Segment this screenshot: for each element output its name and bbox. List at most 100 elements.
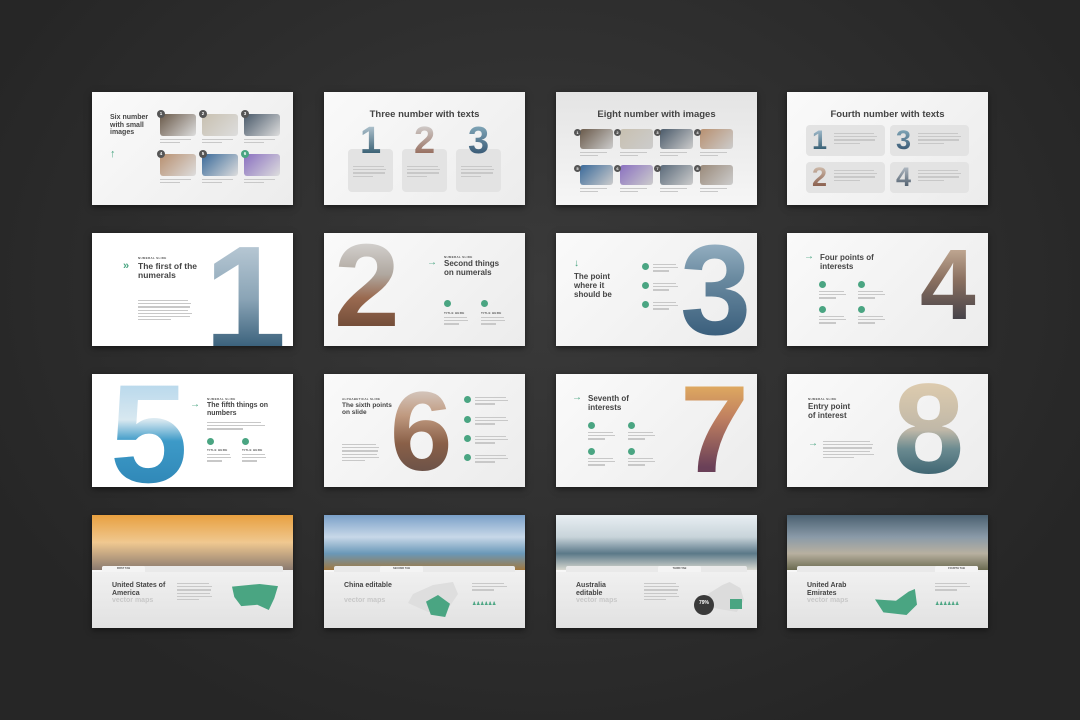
- slide-map-usa[interactable]: FIRST TAB United States of America vecto…: [92, 515, 293, 628]
- number-badge: 3: [654, 129, 661, 136]
- body-text-lines: [342, 444, 380, 463]
- slide-numeral-5[interactable]: 5 NUMERAL SLIDE → The fifth things on nu…: [92, 374, 293, 487]
- slide-tag: NUMERAL SLIDE: [808, 397, 837, 401]
- map-subtitle: vector maps: [112, 597, 153, 604]
- slide-six-number-images[interactable]: Six number with small images ↑ 123456: [92, 92, 293, 205]
- numeral-graphic: 4: [920, 235, 976, 335]
- body-text-lines: [700, 188, 730, 194]
- item-title: TITLE HERE: [207, 448, 228, 452]
- body-text-lines: [160, 139, 194, 145]
- slide-fourth-number-texts[interactable]: Fourth number with texts 1324: [787, 92, 988, 205]
- slide-numeral-2[interactable]: 2 NUMERAL SLIDE → Second things on numer…: [324, 233, 525, 346]
- thumbnail-image: [620, 165, 653, 185]
- body-text-lines: [580, 188, 610, 194]
- slide-numeral-4[interactable]: 4 → Four points of interests: [787, 233, 988, 346]
- numeral-graphic: 7: [680, 374, 749, 487]
- map-subtitle: vector maps: [807, 597, 848, 604]
- number-badge: 5: [574, 165, 581, 172]
- arrow-right-icon: →: [808, 438, 818, 449]
- number-badge: 5: [199, 150, 207, 158]
- city-skyline-image: [92, 515, 293, 570]
- body-text-lines: [834, 133, 878, 146]
- city-waterfront-image: [787, 515, 988, 570]
- thumbnail-image: [700, 129, 733, 149]
- body-text-lines: [819, 316, 847, 326]
- map-title: United States of America: [112, 582, 167, 597]
- body-text-lines: [653, 302, 679, 312]
- people-icons: ♟♟♟♟♟♟: [472, 601, 496, 607]
- arrow-down-icon: ↓: [574, 258, 579, 269]
- map-title: United Arab Emirates: [807, 582, 867, 597]
- bullet-icon: [464, 435, 471, 442]
- slide-title: Fourth number with texts: [787, 109, 988, 120]
- slide-title: Second things on numerals: [444, 260, 504, 278]
- body-text-lines: [653, 283, 679, 293]
- bullet-icon: [207, 438, 214, 445]
- map-title: Australia editable: [576, 582, 631, 597]
- bullet-icon: [242, 438, 249, 445]
- australia-region-highlight[interactable]: [730, 599, 742, 609]
- thumbnail-image: [620, 129, 653, 149]
- slide-map-china[interactable]: SECOND TAB China editable vector maps ♟♟…: [324, 515, 525, 628]
- numeral-graphic: 2: [414, 122, 435, 160]
- slide-eight-number-images[interactable]: Eight number with images 12345678: [556, 92, 757, 205]
- slide-title: Seventh of interests: [588, 395, 658, 413]
- number-badge: 6: [241, 150, 249, 158]
- slide-title: Entry point of interest: [808, 403, 853, 421]
- slide-map-uae[interactable]: FOURTH TAB United Arab Emirates vector m…: [787, 515, 988, 628]
- slide-numeral-1[interactable]: 1 NUMERAL SLIDE » The first of the numer…: [92, 233, 293, 346]
- bullet-icon: [464, 416, 471, 423]
- body-text-lines: [628, 458, 656, 468]
- city-skyline-image: [324, 515, 525, 570]
- arrow-up-icon: ↑: [110, 148, 116, 160]
- slide-numeral-6[interactable]: 6 ALPHABETICAL SLIDE The sixth points on…: [324, 374, 525, 487]
- body-text-lines: [481, 317, 506, 327]
- body-text-lines: [461, 166, 495, 179]
- bullet-icon: [858, 281, 865, 288]
- number-badge: 8: [694, 165, 701, 172]
- bullet-icon: [628, 422, 635, 429]
- map-subtitle: vector maps: [576, 597, 617, 604]
- arrow-right-icon: →: [190, 399, 200, 410]
- body-text-lines: [834, 170, 878, 183]
- number-badge: 7: [654, 165, 661, 172]
- numeral-graphic: 1: [812, 127, 827, 154]
- numeral-graphic: 5: [110, 374, 188, 487]
- map-title: China editable: [344, 582, 399, 590]
- stat-circle: 79%: [694, 595, 714, 615]
- bullet-icon: [819, 281, 826, 288]
- bullet-icon: [588, 422, 595, 429]
- numeral-graphic: 2: [812, 164, 827, 191]
- slide-numeral-3[interactable]: 3 ↓ The point where it should be: [556, 233, 757, 346]
- body-text-lines: [202, 139, 236, 145]
- body-text-lines: [918, 170, 962, 183]
- arrow-right-icon: →: [804, 251, 814, 262]
- body-text-lines: [244, 139, 278, 145]
- body-text-lines: [472, 583, 508, 593]
- numeral-graphic: 3: [468, 122, 489, 160]
- numeral-graphic: 3: [896, 127, 911, 154]
- city-skyline-image: [556, 515, 757, 570]
- slide-numeral-8[interactable]: 8 NUMERAL SLIDE Entry point of interest …: [787, 374, 988, 487]
- people-icons: ♟♟♟♟♟♟: [935, 601, 959, 607]
- body-text-lines: [407, 166, 441, 179]
- thumbnail-image: [580, 129, 613, 149]
- arrow-right-icon: →: [572, 392, 582, 403]
- slide-tag: NUMERAL SLIDE: [138, 256, 167, 260]
- item-title: TITLE HERE: [242, 448, 263, 452]
- slide-three-number-texts[interactable]: Three number with texts 123: [324, 92, 525, 205]
- bullet-icon: [481, 300, 488, 307]
- number-badge: 1: [157, 110, 165, 118]
- bullet-icon: [819, 306, 826, 313]
- slide-title: Six number with small images: [110, 114, 150, 137]
- thumbnail-image: [244, 114, 280, 136]
- thumbnail-image: [202, 114, 238, 136]
- item-title: TITLE HERE: [481, 311, 502, 315]
- numeral-graphic: 6: [390, 376, 452, 487]
- thumbnail-image: [160, 154, 196, 176]
- slide-numeral-7[interactable]: 7 → Seventh of interests: [556, 374, 757, 487]
- slide-map-australia[interactable]: THIRD TAB Australia editable vector maps…: [556, 515, 757, 628]
- body-text-lines: [858, 291, 886, 301]
- body-text-lines: [475, 455, 509, 465]
- body-text-lines: [620, 152, 650, 158]
